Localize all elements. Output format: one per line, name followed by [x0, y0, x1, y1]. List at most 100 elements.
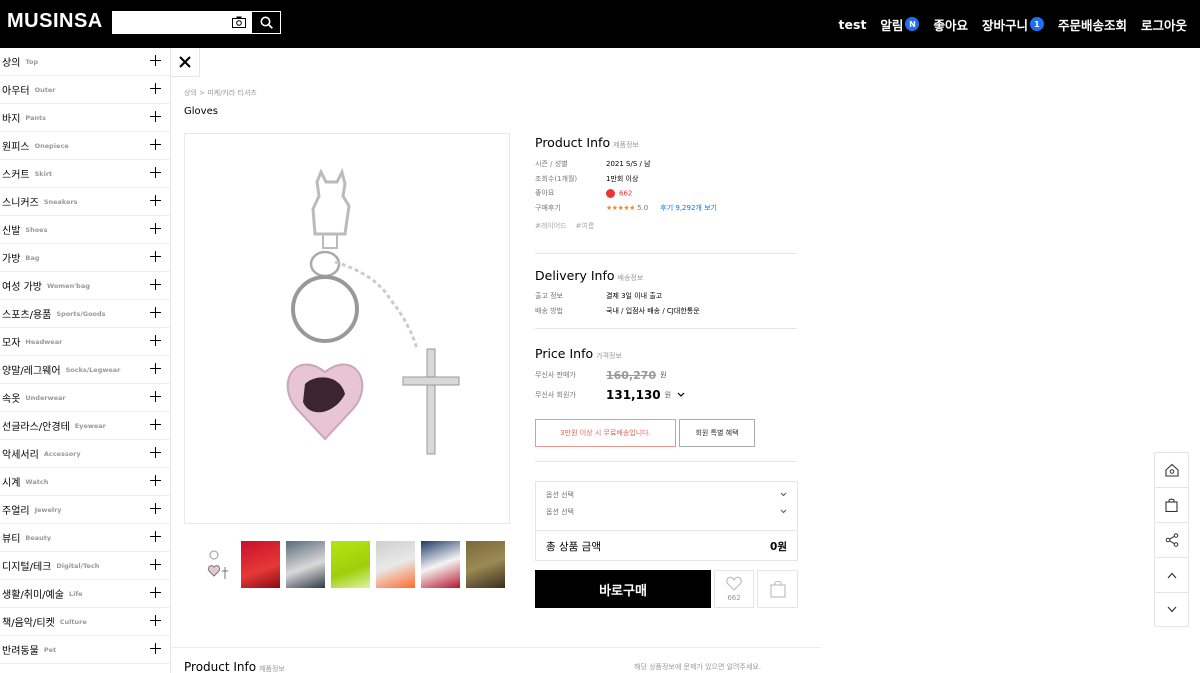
add-to-cart-button[interactable]	[757, 570, 798, 608]
nav-orders[interactable]: 주문배송조회	[1058, 15, 1127, 34]
sidebar-category[interactable]: 모자 Headwear	[0, 328, 170, 356]
arrow-up-icon	[1167, 572, 1176, 578]
thumbnail-orange-sneaker[interactable]	[376, 541, 415, 588]
thumbnail-list	[196, 541, 505, 588]
sidebar-category[interactable]: 선글라스/안경테 Eyewear	[0, 412, 170, 440]
thumbnail-white-sneaker[interactable]	[286, 541, 325, 588]
close-button[interactable]	[171, 48, 200, 77]
plus-icon[interactable]	[150, 167, 161, 178]
method-label: 배송 방법	[535, 306, 563, 315]
sidebar-category[interactable]: 뷰티 Beauty	[0, 524, 170, 552]
scroll-down-button[interactable]	[1154, 592, 1189, 627]
thumbnail-keyring[interactable]	[196, 541, 235, 588]
search-icon	[260, 16, 273, 29]
sidebar-category[interactable]: 스포츠/용품 Sports/Goods	[0, 300, 170, 328]
search-button[interactable]	[252, 11, 281, 34]
nav-logout[interactable]: 로그아웃	[1141, 15, 1187, 34]
nav-cart[interactable]: 장바구니 1	[982, 15, 1044, 34]
sidebar-category[interactable]: 스커트 Skirt	[0, 160, 170, 188]
plus-icon[interactable]	[150, 307, 161, 318]
thumbnail-brown-sneaker[interactable]	[466, 541, 505, 588]
plus-icon[interactable]	[150, 195, 161, 206]
camera-icon[interactable]	[232, 16, 246, 28]
nav-user[interactable]: test	[839, 17, 867, 32]
divider	[535, 253, 797, 254]
plus-icon[interactable]	[150, 223, 161, 234]
category-label-en: Women'bag	[46, 281, 90, 290]
category-label-en: Digital/Tech	[56, 561, 100, 570]
sidebar-category[interactable]: 양말/레그웨어 Socks/Legwear	[0, 356, 170, 384]
plus-icon[interactable]	[150, 587, 161, 598]
category-label-en: Culture	[59, 617, 87, 626]
nav-likes[interactable]: 좋아요	[933, 15, 968, 34]
buy-now-button[interactable]: 바로구매	[535, 570, 711, 608]
member-benefit-button[interactable]: 회원 특별 혜택	[679, 419, 755, 447]
plus-icon[interactable]	[150, 559, 161, 570]
bag-button[interactable]	[1154, 487, 1189, 522]
arrow-down-icon	[1167, 606, 1176, 613]
plus-icon[interactable]	[150, 531, 161, 542]
nav-alerts[interactable]: 알림 N	[880, 15, 920, 34]
review-link[interactable]: 후기 9,292개 보기	[660, 204, 717, 212]
plus-icon[interactable]	[150, 139, 161, 150]
plus-icon[interactable]	[150, 251, 161, 262]
sidebar-category[interactable]: 생활/취미/예술 Life	[0, 580, 170, 608]
plus-icon[interactable]	[150, 419, 161, 430]
plus-icon[interactable]	[150, 447, 161, 458]
chevron-down-icon[interactable]	[677, 392, 685, 398]
logo[interactable]: MUSINSA	[7, 10, 103, 33]
product-main-image[interactable]	[184, 133, 510, 524]
plus-icon[interactable]	[150, 391, 161, 402]
sidebar-category[interactable]: 스니커즈 Sneakers	[0, 188, 170, 216]
option-select-2[interactable]: 옵션 선택	[536, 503, 797, 520]
sidebar-category[interactable]: 바지 Pants	[0, 104, 170, 132]
review-stars: ★★★★★	[606, 203, 635, 212]
sidebar-category[interactable]: 원피스 Onepiece	[0, 132, 170, 160]
category-label-en: Pet	[43, 645, 57, 654]
scroll-up-button[interactable]	[1154, 557, 1189, 592]
share-button[interactable]	[1154, 522, 1189, 557]
sidebar-category[interactable]: 상의 Top	[0, 48, 170, 76]
price-info-section: Price Info 가격정보 무신사 판매가 160,270 원 무신사 회원가 13…	[535, 343, 797, 405]
plus-icon[interactable]	[150, 279, 161, 290]
sidebar-category[interactable]: 신발 Shoes	[0, 216, 170, 244]
heart-icon	[606, 188, 615, 198]
plus-icon[interactable]	[150, 55, 161, 66]
sidebar-category[interactable]: 악세서리 Accessory	[0, 440, 170, 468]
tag-item[interactable]: #여름	[576, 222, 595, 230]
option-select-1[interactable]: 옵션 선택	[536, 486, 797, 503]
sidebar-category[interactable]: 여성 가방 Women'bag	[0, 272, 170, 300]
plus-icon[interactable]	[150, 475, 161, 486]
thumbnail-neon-sneaker[interactable]	[331, 541, 370, 588]
like-button[interactable]: 662	[714, 570, 754, 608]
chevron-down-icon	[780, 492, 787, 497]
breadcrumb[interactable]: 상의 > 피케/카라 티셔츠	[184, 88, 257, 98]
cart-icon	[769, 580, 786, 598]
plus-icon[interactable]	[150, 503, 161, 514]
plus-icon[interactable]	[150, 83, 161, 94]
report-notice[interactable]: 해당 상품정보에 문제가 있으면 알려주세요.	[634, 662, 761, 672]
top-header: MUSINSA test 알림 N 좋아요 장바구니 1 주문배송조회 로그아웃	[0, 0, 1200, 48]
home-button[interactable]	[1154, 452, 1189, 487]
plus-icon[interactable]	[150, 643, 161, 654]
divider	[535, 328, 797, 329]
thumbnail-red-sneaker[interactable]	[241, 541, 280, 588]
sidebar-category[interactable]: 시계 Watch	[0, 468, 170, 496]
sidebar-category[interactable]: 책/음악/티켓 Culture	[0, 608, 170, 636]
sidebar-category[interactable]: 가방 Bag	[0, 244, 170, 272]
sidebar-category[interactable]: 반려동물 Pet	[0, 636, 170, 664]
free-shipping-notice[interactable]: 3만원 이상 시 무료배송입니다.	[535, 419, 676, 447]
sidebar-category[interactable]: 주얼리 Jewelry	[0, 496, 170, 524]
sidebar-category[interactable]: 아우터 Outer	[0, 76, 170, 104]
category-label: 아우터	[2, 86, 30, 97]
thumbnail-jordan-sneaker[interactable]	[421, 541, 460, 588]
search-input[interactable]	[112, 11, 252, 34]
sidebar-category[interactable]: 디지털/테크 Digital/Tech	[0, 552, 170, 580]
bottom-product-info-title: Product Info 제품정보	[184, 660, 285, 673]
plus-icon[interactable]	[150, 111, 161, 122]
sidebar-category[interactable]: 속옷 Underwear	[0, 384, 170, 412]
plus-icon[interactable]	[150, 335, 161, 346]
plus-icon[interactable]	[150, 363, 161, 374]
plus-icon[interactable]	[150, 615, 161, 626]
tag-item[interactable]: #레이어드	[535, 222, 567, 230]
